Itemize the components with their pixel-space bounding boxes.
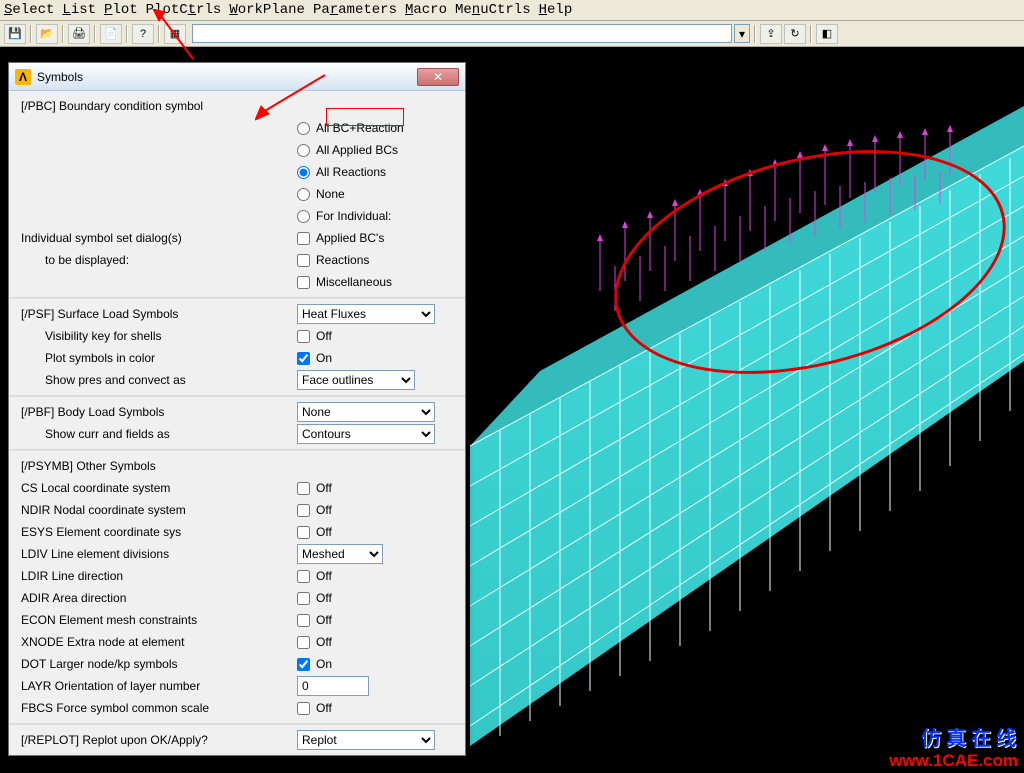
cs-label: CS Local coordinate system <box>19 481 289 495</box>
tool-plot-icon[interactable]: ◧ <box>816 24 838 44</box>
dialog-titlebar[interactable]: Λ Symbols ✕ <box>9 63 465 91</box>
menu-plotctrls[interactable]: PlotCtrls <box>146 2 222 18</box>
esys-label: ESYS Element coordinate sys <box>19 525 289 539</box>
replot-label: [/REPLOT] Replot upon OK/Apply? <box>19 733 289 747</box>
indiv-misc-check[interactable] <box>297 276 310 289</box>
main-menu-bar: Select List Plot PlotCtrls WorkPlane Par… <box>0 0 1024 21</box>
psf-pres-label: Show pres and convect as <box>19 373 289 387</box>
dot-check[interactable] <box>297 658 310 671</box>
esys-check[interactable] <box>297 526 310 539</box>
fbcs-check[interactable] <box>297 702 310 715</box>
close-button[interactable]: ✕ <box>417 68 459 86</box>
xnode-val: Off <box>316 635 332 649</box>
ldir-label: LDIR Line direction <box>19 569 289 583</box>
menu-help[interactable]: Help <box>539 2 573 18</box>
indiv-misc-label: Miscellaneous <box>316 275 392 289</box>
tool-help-icon[interactable]: ? <box>132 24 154 44</box>
pbc-individual-radio[interactable] <box>297 210 310 223</box>
psf-vis-check[interactable] <box>297 330 310 343</box>
pbc-section-heading: [/PBC] Boundary condition symbol <box>19 99 289 113</box>
dot-val: On <box>316 657 332 671</box>
indiv-appliedbc-check[interactable] <box>297 232 310 245</box>
psf-color-val: On <box>316 351 332 365</box>
ndir-check[interactable] <box>297 504 310 517</box>
psf-vis-val: Off <box>316 329 332 343</box>
psymb-heading: [/PSYMB] Other Symbols <box>19 459 289 473</box>
tool-open-icon[interactable]: 📂 <box>36 24 58 44</box>
psf-heading: [/PSF] Surface Load Symbols <box>19 307 289 321</box>
psf-color-label: Plot symbols in color <box>19 351 289 365</box>
ldir-check[interactable] <box>297 570 310 583</box>
cs-check[interactable] <box>297 482 310 495</box>
individual-dialog-label1: Individual symbol set dialog(s) <box>19 231 289 245</box>
watermark-chinese: 仿 真 在 线 <box>921 722 1016 751</box>
pbf-select[interactable]: None <box>297 402 435 422</box>
ndir-label: NDIR Nodal coordinate system <box>19 503 289 517</box>
ansys-icon: Λ <box>15 69 31 85</box>
pbc-none-radio[interactable] <box>297 188 310 201</box>
ndir-val: Off <box>316 503 332 517</box>
individual-dialog-label2: to be displayed: <box>19 253 289 267</box>
pbf-heading: [/PBF] Body Load Symbols <box>19 405 289 419</box>
pbc-applied-radio[interactable] <box>297 144 310 157</box>
menu-menuctrls[interactable]: MenuCtrls <box>455 2 531 18</box>
econ-val: Off <box>316 613 332 627</box>
indiv-reactions-label: Reactions <box>316 253 369 267</box>
menu-plot[interactable]: Plot <box>104 2 138 18</box>
psf-color-check[interactable] <box>297 352 310 365</box>
indiv-reactions-check[interactable] <box>297 254 310 267</box>
fbcs-label: FBCS Force symbol common scale <box>19 701 289 715</box>
layr-input[interactable] <box>297 676 369 696</box>
toolbar: 💾 📂 🖨 📄 ? ▦ ▾ ⇪ ↻ ◧ <box>0 21 1024 47</box>
pbc-allbc-reaction-radio[interactable] <box>297 122 310 135</box>
command-input[interactable] <box>192 24 732 43</box>
adir-check[interactable] <box>297 592 310 605</box>
tool-grid-icon[interactable]: ▦ <box>164 24 186 44</box>
esys-val: Off <box>316 525 332 539</box>
adir-label: ADIR Area direction <box>19 591 289 605</box>
menu-workplane[interactable]: WorkPlane <box>229 2 305 18</box>
menu-macro[interactable]: Macro <box>405 2 447 18</box>
replot-select[interactable]: Replot <box>297 730 435 750</box>
econ-label: ECON Element mesh constraints <box>19 613 289 627</box>
menu-select[interactable]: Select <box>4 2 54 18</box>
tool-print-icon[interactable]: 🖨 <box>68 24 90 44</box>
indiv-appliedbc-label: Applied BC's <box>316 231 384 245</box>
pbc-none-label: None <box>316 187 345 201</box>
symbols-dialog: Λ Symbols ✕ [/PBC] Boundary condition sy… <box>8 62 466 756</box>
econ-check[interactable] <box>297 614 310 627</box>
ldir-val: Off <box>316 569 332 583</box>
pbc-individual-label: For Individual: <box>316 209 391 223</box>
dialog-title: Symbols <box>37 70 417 84</box>
adir-val: Off <box>316 591 332 605</box>
tool-refresh-icon[interactable]: ↻ <box>784 24 806 44</box>
watermark-url: www.1CAE.com <box>889 751 1018 771</box>
cs-val: Off <box>316 481 332 495</box>
ldiv-label: LDIV Line element divisions <box>19 547 289 561</box>
menu-parameters[interactable]: Parameters <box>313 2 397 18</box>
pbc-reactions-label: All Reactions <box>316 165 386 179</box>
pbf-show-select[interactable]: Contours <box>297 424 435 444</box>
dot-label: DOT Larger node/kp symbols <box>19 657 289 671</box>
tool-save-icon[interactable]: 💾 <box>4 24 26 44</box>
command-dropdown-icon[interactable]: ▾ <box>734 24 750 43</box>
pbc-applied-label: All Applied BCs <box>316 143 398 157</box>
menu-list[interactable]: List <box>62 2 96 18</box>
pbc-reactions-radio[interactable] <box>297 166 310 179</box>
xnode-check[interactable] <box>297 636 310 649</box>
psf-pres-select[interactable]: Face outlines <box>297 370 415 390</box>
xnode-label: XNODE Extra node at element <box>19 635 289 649</box>
psf-select[interactable]: Heat Fluxes <box>297 304 435 324</box>
layr-label: LAYR Orientation of layer number <box>19 679 289 693</box>
pbc-allbc-reaction-label: All BC+Reaction <box>316 121 404 135</box>
tool-raise-icon[interactable]: ⇪ <box>760 24 782 44</box>
ldiv-select[interactable]: Meshed <box>297 544 383 564</box>
pbf-show-label: Show curr and fields as <box>19 427 289 441</box>
fbcs-val: Off <box>316 701 332 715</box>
tool-report-icon[interactable]: 📄 <box>100 24 122 44</box>
psf-vis-label: Visibility key for shells <box>19 329 289 343</box>
